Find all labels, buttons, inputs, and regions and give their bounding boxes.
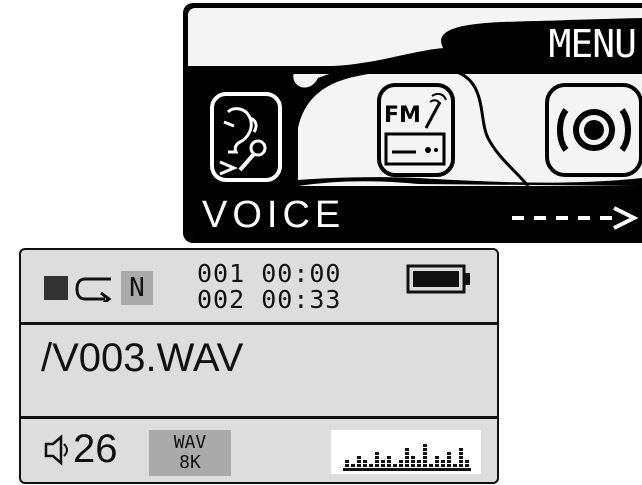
current-track-row: 001 00:00: [197, 261, 341, 287]
equalizer-bar-segment: [381, 460, 385, 463]
equalizer-bar-segment: [453, 464, 457, 467]
equalizer-bar-segment: [435, 456, 439, 459]
equalizer-bar-segment: [363, 460, 367, 463]
equalizer-bar-segment: [441, 460, 445, 463]
equalizer-bar-segment: [399, 464, 403, 467]
equalizer-bar-segment: [423, 456, 427, 459]
equalizer-bar-segment: [417, 460, 421, 463]
equalizer-bar-segment: [459, 464, 463, 467]
total-track-row: 002 00:33: [197, 287, 341, 313]
equalizer-baseline: [343, 468, 471, 471]
equalizer-panel: [331, 430, 481, 474]
format-label: WAV: [173, 432, 207, 453]
equalizer-bar-segment: [441, 464, 445, 467]
equalizer-bar-segment: [423, 460, 427, 463]
equalizer-bar-segment: [465, 464, 469, 467]
equalizer-bar-segment: [351, 464, 355, 467]
equalizer-bar-segment: [429, 464, 433, 467]
repeat-icon[interactable]: [75, 276, 115, 302]
equalizer-bar-segment: [459, 460, 463, 463]
equalizer-bar-segment: [405, 448, 409, 451]
fm-icon-text: FM: [384, 103, 421, 128]
current-time: 00:00: [261, 259, 342, 288]
equalizer-bar-segment: [381, 464, 385, 467]
speaker-volume-icon[interactable]: [43, 434, 69, 466]
equalizer-bar-segment: [423, 452, 427, 455]
bitrate-label: 8K: [179, 452, 201, 473]
total-time: 00:33: [261, 285, 342, 314]
equalizer-bar-segment: [375, 464, 379, 467]
equalizer-bar-segment: [417, 464, 421, 467]
equalizer-bar-segment: [387, 460, 391, 463]
equalizer-bar-segment: [423, 448, 427, 451]
equalizer-bar-segment: [369, 464, 373, 467]
equalizer-bar-segment: [447, 464, 451, 467]
volume-level: 26: [73, 427, 118, 471]
menu-screen-inner: MENU FM VOICE: [188, 8, 642, 238]
speaker-icon[interactable]: [544, 82, 642, 178]
footer-divider: [21, 416, 497, 419]
fm-radio-icon[interactable]: FM: [376, 82, 456, 178]
equalizer-bar-segment: [357, 464, 361, 467]
equalizer-bar-segment: [447, 456, 451, 459]
play-mode-badge[interactable]: N: [121, 271, 153, 305]
equalizer-bar-segment: [357, 456, 361, 459]
equalizer-bar-segment: [411, 464, 415, 467]
equalizer-bar-segment: [375, 460, 379, 463]
next-arrow-icon[interactable]: [510, 206, 640, 230]
battery-full-icon: [406, 264, 470, 294]
stop-icon[interactable]: [44, 276, 68, 300]
equalizer-bar-segment: [375, 452, 379, 455]
equalizer-bar-segment: [387, 456, 391, 459]
equalizer-bar-segment: [411, 456, 415, 459]
equalizer-bars: [343, 444, 471, 471]
format-badge: WAV 8K: [149, 430, 231, 476]
equalizer-bar-segment: [435, 464, 439, 467]
equalizer-bar-segment: [405, 464, 409, 467]
menu-screen: MENU FM VOICE: [183, 3, 642, 243]
equalizer-bar-segment: [405, 460, 409, 463]
equalizer-bar-segment: [459, 448, 463, 451]
selected-item-label: VOICE: [202, 194, 346, 236]
equalizer-bar-segment: [363, 464, 367, 467]
equalizer-bar-segment: [423, 464, 427, 467]
equalizer-bar-segment: [411, 460, 415, 463]
equalizer-bar-segment: [405, 456, 409, 459]
equalizer-bar-segment: [447, 452, 451, 455]
equalizer-bar-segment: [357, 460, 361, 463]
voice-recorder-icon[interactable]: [210, 92, 282, 182]
equalizer-bar-segment: [393, 464, 397, 467]
equalizer-bar-segment: [345, 460, 349, 463]
menu-title: MENU: [548, 22, 637, 66]
equalizer-bar-segment: [423, 444, 427, 447]
equalizer-bar-segment: [405, 452, 409, 455]
equalizer-bar-segment: [345, 464, 349, 467]
equalizer-bar-segment: [465, 460, 469, 463]
equalizer-bar-segment: [375, 456, 379, 459]
equalizer-bar-segment: [435, 460, 439, 463]
header-divider: [21, 322, 497, 325]
player-screen: N 001 00:00 002 00:33 /V003.WAV 26 WAV 8…: [19, 248, 499, 484]
current-track-number: 001: [197, 259, 246, 288]
equalizer-bar-segment: [447, 460, 451, 463]
equalizer-bar-segment: [459, 452, 463, 455]
equalizer-bar-segment: [399, 460, 403, 463]
file-path: /V003.WAV: [41, 336, 244, 380]
total-track-number: 002: [197, 285, 246, 314]
equalizer-bar-segment: [387, 464, 391, 467]
equalizer-bar-segment: [459, 456, 463, 459]
